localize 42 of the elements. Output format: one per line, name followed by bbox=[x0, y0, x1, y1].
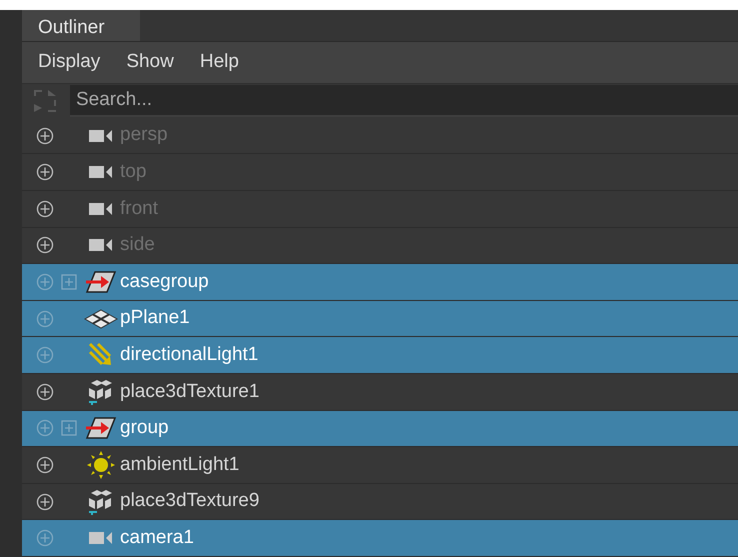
group-arrow-icon bbox=[85, 270, 117, 294]
plane-icon bbox=[84, 308, 118, 329]
search-field[interactable]: Search... bbox=[70, 84, 738, 117]
node-name: casegroup bbox=[120, 270, 209, 294]
add-icon[interactable] bbox=[36, 236, 54, 254]
camera-icon bbox=[89, 128, 113, 143]
node-name: group bbox=[120, 416, 169, 440]
expand-icon[interactable] bbox=[61, 274, 77, 290]
node-name: place3dTexture9 bbox=[120, 489, 260, 514]
camera-icon bbox=[89, 165, 113, 180]
expand-icon[interactable] bbox=[61, 420, 77, 436]
node-name: persp bbox=[120, 123, 168, 148]
node-name: top bbox=[120, 160, 146, 184]
outliner-row[interactable]: side bbox=[22, 228, 738, 264]
add-icon[interactable] bbox=[36, 382, 54, 401]
add-icon[interactable] bbox=[36, 163, 54, 182]
outliner-row[interactable]: camera1 bbox=[22, 520, 738, 557]
node-name: place3dTexture1 bbox=[120, 380, 260, 404]
select-frame-icon[interactable] bbox=[32, 88, 58, 114]
menu-item[interactable]: Show bbox=[126, 48, 174, 77]
camera-icon bbox=[89, 238, 113, 252]
outliner-row[interactable]: casegroup bbox=[22, 264, 738, 301]
outliner-row[interactable]: group bbox=[22, 410, 738, 448]
camera-icon bbox=[89, 531, 113, 546]
node-name: ambientLight1 bbox=[120, 452, 240, 477]
group-arrow-icon bbox=[85, 416, 117, 440]
node-name: front bbox=[120, 196, 158, 221]
outliner-row[interactable]: pPlane1 bbox=[22, 300, 738, 338]
menu-item[interactable]: Display bbox=[38, 48, 100, 77]
sun-icon bbox=[87, 451, 115, 480]
menu-item[interactable]: Help bbox=[200, 48, 239, 77]
add-icon[interactable] bbox=[36, 200, 54, 218]
node-name: pPlane1 bbox=[120, 306, 190, 330]
add-icon[interactable] bbox=[36, 456, 54, 474]
node-name: directionalLight1 bbox=[120, 342, 258, 367]
add-icon[interactable] bbox=[36, 492, 54, 511]
node-name: camera1 bbox=[120, 526, 194, 550]
camera-icon bbox=[89, 202, 113, 216]
node-name: side bbox=[120, 233, 155, 258]
panel-tab[interactable]: Outliner bbox=[22, 10, 140, 41]
outliner-row[interactable]: directionalLight1 bbox=[22, 337, 738, 374]
add-icon[interactable] bbox=[36, 126, 54, 145]
